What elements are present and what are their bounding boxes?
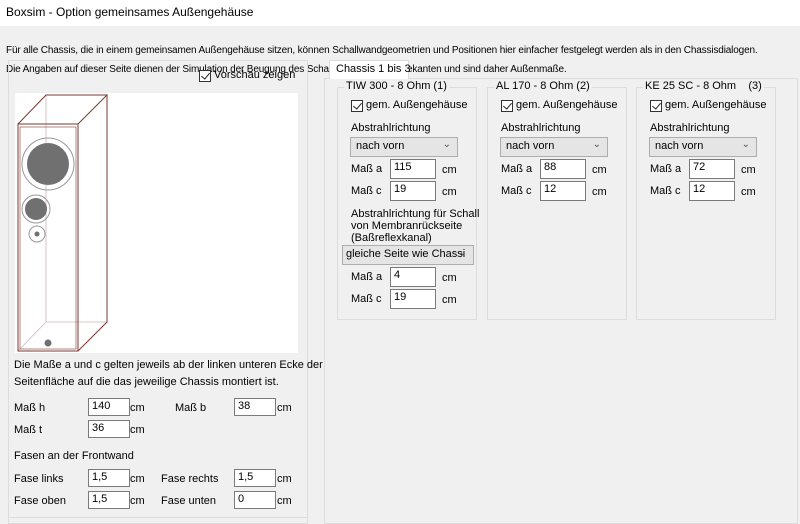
preview-checkbox[interactable] — [199, 70, 211, 82]
fase-rechts-input[interactable]: 1,5 — [234, 469, 276, 487]
dir-label: Abstrahlrichtung — [650, 122, 730, 134]
chassis-title: AL 170 - 8 Ohm (2) — [494, 80, 592, 92]
rear-mass-c-input[interactable]: 19 — [390, 289, 436, 309]
unit: cm — [130, 424, 145, 436]
mass-c-label: Maß c — [501, 185, 532, 197]
dir-select[interactable]: nach vorn ⌄ — [500, 137, 608, 157]
mass-c-input[interactable]: 19 — [390, 181, 436, 201]
gem-gehaeuse-checkbox[interactable] — [351, 100, 363, 112]
dir-label: Abstrahlrichtung — [501, 122, 581, 134]
unit: cm — [592, 164, 607, 176]
fase-links-input[interactable]: 1,5 — [88, 469, 130, 487]
rear-label: Abstrahlrichtung für Schall von Membranrü… — [351, 208, 479, 244]
unit: cm — [277, 495, 292, 507]
mass-t-input[interactable]: 36 — [88, 420, 130, 438]
mass-a-label: Maß a — [351, 163, 383, 175]
unit: cm — [741, 186, 756, 198]
chassis-title: KE 25 SC - 8 Ohm (3) — [643, 80, 764, 92]
chevron-down-icon: ⌄ — [741, 139, 750, 150]
mass-a-input[interactable]: 72 — [689, 159, 735, 179]
dir-select[interactable]: nach vorn ⌄ — [350, 137, 458, 157]
title-bar: Boxsim - Option gemeinsames Außengehäuse — [0, 0, 800, 26]
unit: cm — [741, 164, 756, 176]
window-title: Boxsim - Option gemeinsames Außengehäuse — [6, 5, 254, 19]
rear-mass-a-label: Maß a — [351, 271, 383, 283]
preview-label[interactable]: Vorschau zeigen — [214, 69, 295, 81]
unit: cm — [442, 294, 457, 306]
rear-label-line: von Membranrückseite — [351, 220, 463, 232]
rear-mass-a-input[interactable]: 4 — [390, 267, 436, 287]
dir-value: nach vorn — [506, 140, 555, 152]
mass-a-label: Maß a — [650, 163, 682, 175]
intro-line-1: Für alle Chassis, die in einem gemeinsam… — [6, 45, 758, 56]
dir-value: nach vorn — [356, 140, 405, 152]
fase-unten-label: Fase unten — [161, 495, 217, 507]
mass-h-input[interactable]: 140 — [88, 398, 130, 416]
dir-label: Abstrahlrichtung — [351, 122, 431, 134]
chassis-group-3: KE 25 SC - 8 Ohm (3) gem. Außengehäuse A… — [636, 80, 776, 320]
checkbox-label[interactable]: gem. Außengehäuse — [665, 99, 767, 111]
divider — [8, 517, 308, 518]
note-line-1: Die Maße a und c gelten jeweils ab der l… — [14, 359, 323, 371]
gem-gehaeuse-checkbox[interactable] — [501, 100, 513, 112]
rear-mass-c-label: Maß c — [351, 293, 382, 305]
dir-select[interactable]: nach vorn ⌄ — [649, 137, 757, 157]
checkbox-label[interactable]: gem. Außengehäuse — [366, 99, 468, 111]
fase-unten-input[interactable]: 0 — [234, 491, 276, 509]
unit: cm — [277, 402, 292, 414]
tab-chassis-1-3[interactable]: Chassis 1 bis 3 — [329, 60, 411, 79]
rear-dir-value: gleiche Seite wie Chassi — [346, 248, 466, 260]
unit: cm — [442, 272, 457, 284]
mass-c-label: Maß c — [351, 185, 382, 197]
gem-gehaeuse-checkbox[interactable] — [650, 100, 662, 112]
rear-label-line: Abstrahlrichtung für Schall — [351, 208, 480, 220]
unit: cm — [592, 186, 607, 198]
mass-t-label: Maß t — [14, 424, 43, 436]
mass-c-input[interactable]: 12 — [540, 181, 586, 201]
unit: cm — [442, 186, 457, 198]
mass-b-label: Maß b — [175, 402, 207, 414]
chassis-title: TIW 300 - 8 Ohm (1) — [344, 80, 449, 92]
unit: cm — [130, 402, 145, 414]
mass-h-label: Maß h — [14, 402, 46, 414]
note-line-2: Seitenfläche auf die das jeweilige Chass… — [14, 376, 279, 388]
unit: cm — [130, 473, 145, 485]
rear-dir-select[interactable]: gleiche Seite wie Chassi ⌄ — [342, 245, 474, 265]
fase-oben-input[interactable]: 1,5 — [88, 491, 130, 509]
chevron-down-icon: ⌄ — [442, 139, 451, 150]
mass-c-input[interactable]: 12 — [689, 181, 735, 201]
chassis-group-1: TIW 300 - 8 Ohm (1) gem. Außengehäuse Ab… — [337, 80, 479, 320]
mass-b-input[interactable]: 38 — [234, 398, 276, 416]
chassis-group-2: AL 170 - 8 Ohm (2) gem. Außengehäuse Abs… — [487, 80, 627, 320]
chevron-down-icon: ⌄ — [458, 247, 467, 258]
fasen-heading: Fasen an der Frontwand — [14, 450, 134, 462]
unit: cm — [277, 473, 292, 485]
mass-a-input[interactable]: 115 — [390, 159, 436, 179]
mass-a-input[interactable]: 88 — [540, 159, 586, 179]
rear-label-line: (Baßreflexkanal) — [351, 232, 432, 244]
fase-rechts-label: Fase rechts — [161, 473, 219, 485]
checkbox-label[interactable]: gem. Außengehäuse — [516, 99, 618, 111]
unit: cm — [442, 164, 457, 176]
dir-value: nach vorn — [655, 140, 704, 152]
enclosure-preview — [15, 93, 298, 353]
unit: cm — [130, 495, 145, 507]
mass-a-label: Maß a — [501, 163, 533, 175]
fase-oben-label: Fase oben — [14, 495, 66, 507]
mass-c-label: Maß c — [650, 185, 681, 197]
fase-links-label: Fase links — [14, 473, 64, 485]
chevron-down-icon: ⌄ — [592, 139, 601, 150]
